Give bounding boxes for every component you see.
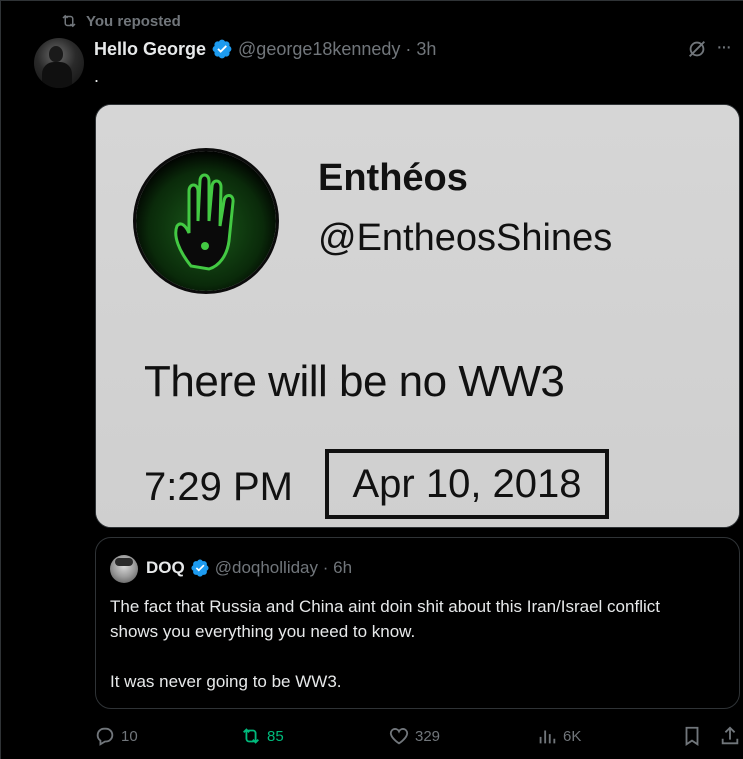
quote-header: DOQ @doqholliday · 6h <box>146 556 352 580</box>
hand-icon <box>174 173 235 271</box>
more-icon[interactable]: ··· <box>716 37 740 60</box>
like-count: 329 <box>415 727 441 745</box>
repost-count: 85 <box>267 727 284 745</box>
quote-text: The fact that Russia and China aint doin… <box>110 594 710 694</box>
entheos-tweet-time: 7:29 PM <box>144 465 293 509</box>
author-handle-time[interactable]: @george18kennedy · 3h <box>238 39 436 60</box>
entheos-tweet-date: Apr 10, 2018 <box>325 449 609 519</box>
repost-banner-label: You reposted <box>86 12 181 30</box>
grok-icon[interactable] <box>686 38 708 60</box>
share-icon <box>721 726 739 745</box>
quoted-post[interactable]: DOQ @doqholliday · 6h The fact that Russ… <box>95 537 740 709</box>
entheos-logo <box>136 151 276 291</box>
quote-text-line2: It was never going to be WW3. <box>110 672 342 691</box>
author-name[interactable]: Hello George <box>94 39 206 60</box>
like-icon <box>389 728 409 745</box>
bookmark-button[interactable] <box>681 722 703 750</box>
entheos-tweet-text: There will be no WW3 <box>144 357 565 406</box>
views-count: 6K <box>563 727 582 745</box>
screenshot-image: Enthéos @EntheosShines There will be no … <box>96 105 739 527</box>
reply-count: 10 <box>121 727 138 745</box>
repost-icon <box>243 728 259 744</box>
views-icon <box>539 730 556 744</box>
bookmark-icon <box>685 726 699 746</box>
quote-author-name[interactable]: DOQ <box>146 558 185 578</box>
post-text: . <box>94 66 100 86</box>
post-media-image[interactable]: Enthéos @EntheosShines There will be no … <box>95 104 740 528</box>
quote-text-line1: The fact that Russia and China aint doin… <box>110 597 660 641</box>
post-header: Hello George @george18kennedy · 3h <box>94 37 683 61</box>
entheos-handle: @EntheosShines <box>318 217 613 259</box>
quote-author-avatar[interactable] <box>110 555 138 583</box>
repost-button[interactable]: 85 <box>240 722 284 750</box>
repost-icon <box>62 14 76 28</box>
share-button[interactable] <box>719 722 741 750</box>
views-button[interactable]: 6K <box>536 722 581 750</box>
like-button[interactable]: 329 <box>388 722 440 750</box>
reply-button[interactable]: 10 <box>94 722 138 750</box>
author-avatar[interactable] <box>34 38 84 88</box>
reply-icon <box>96 727 114 746</box>
repost-banner: You reposted <box>60 10 181 32</box>
verified-badge-icon <box>191 559 209 577</box>
verified-badge-icon <box>212 39 232 59</box>
quote-author-handle-time[interactable]: @doqholliday · 6h <box>215 558 352 578</box>
action-bar: 10 85 329 6K <box>0 722 743 750</box>
entheos-name: Enthéos <box>318 157 468 199</box>
